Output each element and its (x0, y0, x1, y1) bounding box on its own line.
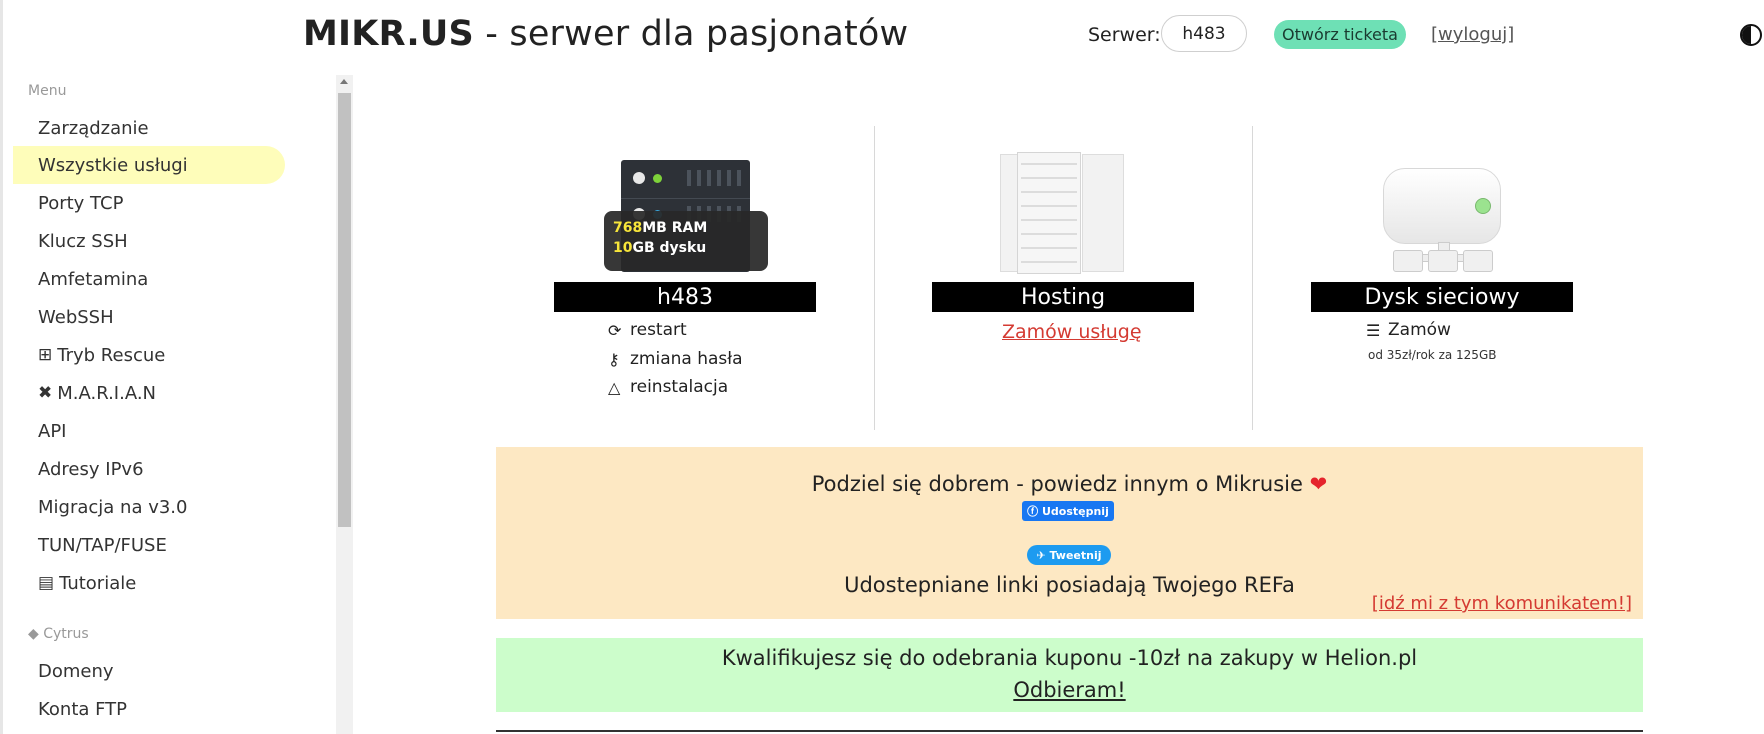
sidebar-item-domeny[interactable]: Domeny (13, 652, 285, 690)
linux-icon: △ (608, 377, 621, 397)
sidebar-item-tutoriale[interactable]: ▤ Tutoriale (13, 564, 285, 602)
sidebar-item-migracja[interactable]: Migracja na v3.0 (13, 488, 285, 526)
ram-spec: 768MB RAM (613, 220, 708, 236)
sidebar-item-wszystkie-uslugi[interactable]: Wszystkie usługi (13, 146, 285, 184)
scroll-up-arrow[interactable] (340, 79, 348, 84)
sidebar-item-amfetamina[interactable]: Amfetamina (13, 260, 285, 298)
logout-link[interactable]: [wyloguj] (1431, 24, 1514, 45)
vps-title[interactable]: h483 (554, 282, 816, 312)
database-icon: ☰ (1366, 320, 1381, 340)
hosting-title: Hosting (932, 282, 1194, 312)
hosting-rack-illustration (1017, 152, 1081, 274)
server-select[interactable]: h483 (1161, 15, 1247, 52)
key-icon: ⚷ (608, 349, 620, 369)
tools-icon: ✖ (38, 383, 53, 403)
server-specs-overlay: 768MB RAM 10GB dysku (604, 211, 768, 271)
contrast-icon[interactable] (1740, 24, 1762, 46)
reinstall-action[interactable]: △ reinstalacja (608, 377, 728, 397)
sidebar-scrollbar-thumb[interactable] (338, 93, 351, 527)
drive-node-center (1428, 250, 1458, 272)
sidebar-item-zarzadzanie[interactable]: Zarządzanie (13, 109, 285, 147)
hosting-rack-right (1082, 154, 1124, 272)
heart-icon: ❤ (1309, 472, 1328, 496)
network-disk-title: Dysk sieciowy (1311, 282, 1573, 312)
dismiss-banner-link[interactable]: [idź mi z tym komunikatem!] (1372, 593, 1632, 614)
sidebar-section-cytrus: ◆ Cytrus (28, 626, 89, 642)
sidebar-item-webssh[interactable]: WebSSH (13, 298, 285, 336)
sidebar-item-porty-tcp[interactable]: Porty TCP (13, 184, 285, 222)
card-divider (1252, 126, 1253, 430)
tweet-button[interactable]: ✈ Tweetnij (1027, 545, 1111, 565)
coupon-link-wrap: Odbieram! (496, 678, 1643, 702)
film-icon: ▤ (38, 573, 55, 593)
order-hosting-link[interactable]: Zamów usługę (1002, 321, 1142, 343)
server-label: Serwer: (1088, 24, 1161, 46)
sidebar-item-tun-tap-fuse[interactable]: TUN/TAP/FUSE (13, 526, 285, 564)
twitter-icon: ✈ (1036, 548, 1050, 562)
drive-node-right (1463, 250, 1493, 272)
page-title: MIKR.US - serwer dla pasjonatów (303, 14, 909, 54)
sidebar-item-marian[interactable]: ✖ M.A.R.I.A.N (13, 374, 285, 412)
sidebar-section-menu: Menu (28, 83, 67, 99)
card-divider (874, 126, 875, 430)
open-ticket-button[interactable]: Otwórz ticketa (1274, 20, 1406, 49)
drive-led (1475, 198, 1491, 214)
restart-action[interactable]: ⟳ restart (608, 320, 687, 340)
sidebar-item-klucz-ssh[interactable]: Klucz SSH (13, 222, 285, 260)
sidebar-item-api[interactable]: API (13, 412, 285, 450)
disk-spec: 10GB dysku (613, 240, 707, 256)
coupon-banner: Kwalifikujesz się do odebrania kuponu -1… (496, 638, 1643, 712)
window-edge (0, 0, 3, 734)
refresh-icon: ⟳ (608, 320, 622, 340)
leaf-icon: ◆ (28, 626, 44, 642)
claim-coupon-link[interactable]: Odbieram! (1013, 678, 1125, 702)
order-disk-action[interactable]: ☰ Zamów (1366, 320, 1451, 340)
sidebar-item-tryb-rescue[interactable]: ⊞ Tryb Rescue (13, 336, 285, 374)
sidebar-item-konta-ftp[interactable]: Konta FTP (13, 690, 285, 728)
coupon-text: Kwalifikujesz się do odebrania kuponu -1… (721, 646, 1418, 670)
facebook-icon: ⓕ (1027, 505, 1042, 518)
medkit-icon: ⊞ (38, 345, 53, 365)
sidebar-item-adresy-ipv6[interactable]: Adresy IPv6 (13, 450, 285, 488)
disk-price-note: od 35zł/rok za 125GB (1368, 348, 1497, 362)
share-banner: Podziel się dobrem - powiedz innym o Mik… (496, 447, 1643, 619)
change-password-action[interactable]: ⚷ zmiana hasła (608, 349, 743, 369)
share-banner-title: Podziel się dobrem - powiedz innym o Mik… (811, 472, 1328, 496)
content-divider (496, 730, 1643, 732)
drive-node-left (1393, 250, 1423, 272)
facebook-share-button[interactable]: ⓕ Udostępnij (1022, 501, 1114, 521)
